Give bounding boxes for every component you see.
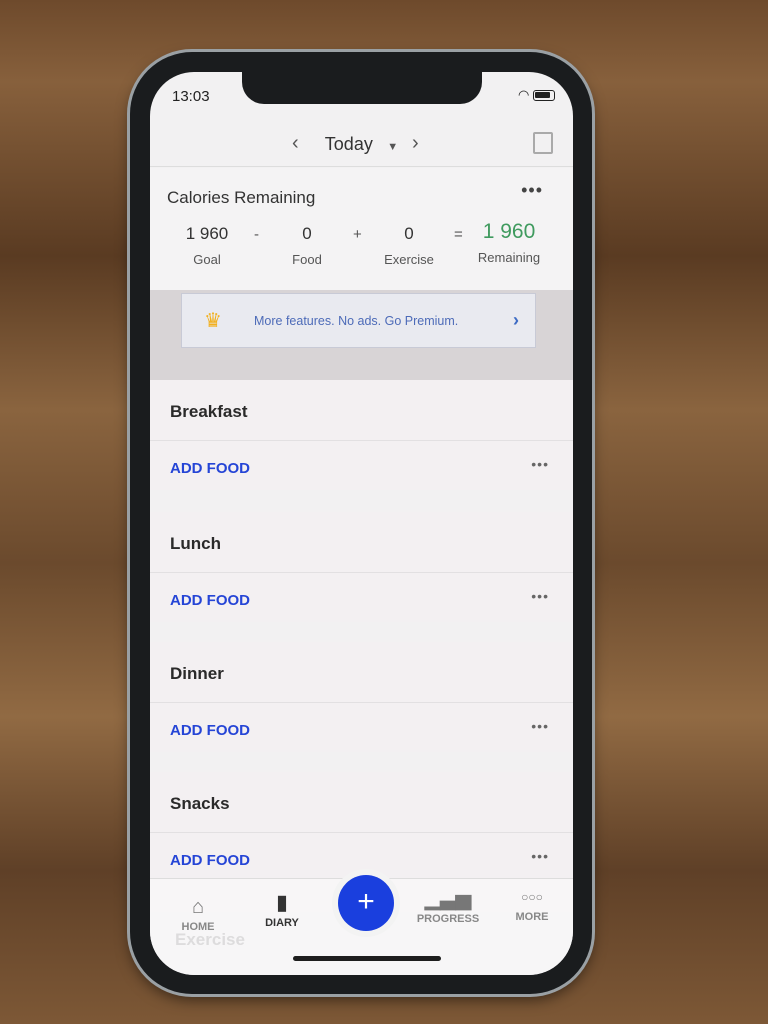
status-icons: ◠ (518, 87, 555, 103)
date-header: ‹ Today ▼ › (150, 112, 573, 167)
wifi-icon: ◠ (518, 87, 530, 102)
exercise-section-ghost: Exercise (175, 930, 245, 949)
goal-value: 1 960 (185, 224, 229, 243)
food-label: Food (292, 252, 322, 267)
meal-more-icon[interactable]: ••• (531, 718, 549, 734)
progress-icon: ▁▃▅ (424, 888, 472, 910)
app-screen: 13:03 ◠ ‹ Today ▼ › Calories Remaining •… (150, 72, 573, 975)
add-food-button[interactable]: ADD FOOD (170, 460, 250, 477)
calories-summary: Calories Remaining ••• 1 960 Goal - 0 Food… (150, 168, 573, 290)
exercise-column: 0 Exercise (364, 224, 454, 267)
food-value: 0 (302, 224, 312, 243)
premium-text: More features. No ads. Go Premium. (254, 313, 459, 328)
add-button[interactable]: + (338, 875, 394, 931)
meal-dinner: Dinner ADD FOOD ••• (150, 642, 573, 752)
prev-day-button[interactable]: ‹ (292, 132, 299, 155)
crown-icon: ♛ (204, 310, 222, 332)
premium-banner[interactable]: ♛ More features. No ads. Go Premium. › (181, 293, 536, 348)
diary-icon: ▮ (276, 892, 288, 914)
tab-label: DIARY (265, 917, 299, 929)
add-food-button[interactable]: ADD FOOD (170, 592, 250, 609)
plus-sign: + (353, 226, 362, 243)
exercise-label: Exercise (384, 252, 434, 267)
meal-breakfast: Breakfast ADD FOOD ••• (150, 380, 573, 490)
remaining-value: 1 960 (482, 220, 536, 243)
promo-area: ♛ More features. No ads. Go Premium. › (150, 290, 573, 380)
equals-sign: = (454, 226, 463, 243)
meal-lunch: Lunch ADD FOOD ••• (150, 512, 573, 622)
minus-sign: - (254, 226, 259, 243)
status-time: 13:03 (172, 88, 210, 105)
chevron-right-icon: › (513, 310, 519, 330)
meal-title: Breakfast (170, 402, 248, 421)
tab-label: MORE (515, 911, 549, 923)
tab-progress[interactable]: ▁▃▅ PROGRESS (408, 885, 488, 925)
meal-title: Lunch (170, 534, 221, 553)
tab-diary[interactable]: ▮ DIARY (242, 889, 322, 929)
diary-complete-icon[interactable] (533, 132, 553, 154)
more-icon: ○○○ (521, 890, 543, 904)
dropdown-icon[interactable]: ▼ (387, 141, 398, 153)
next-day-button[interactable]: › (412, 132, 419, 155)
add-food-button[interactable]: ADD FOOD (170, 722, 250, 739)
date-title[interactable]: Today (325, 134, 373, 154)
tab-more[interactable]: ○○○ MORE (492, 883, 572, 923)
exercise-value: 0 (404, 224, 414, 243)
tab-label: PROGRESS (416, 913, 480, 925)
more-options-icon[interactable]: ••• (521, 180, 543, 201)
meal-title: Snacks (170, 794, 230, 813)
calories-title: Calories Remaining (167, 188, 316, 207)
meal-more-icon[interactable]: ••• (531, 588, 549, 604)
meal-more-icon[interactable]: ••• (531, 848, 549, 864)
remaining-label: Remaining (477, 250, 541, 265)
meal-title: Dinner (170, 664, 224, 683)
food-column: 0 Food (262, 224, 352, 267)
meal-more-icon[interactable]: ••• (531, 456, 549, 472)
tab-home[interactable]: ⌂ HOME (158, 893, 238, 933)
home-icon: ⌂ (191, 896, 205, 918)
goal-column: 1 960 Goal (162, 224, 252, 267)
remaining-column: 1 960 Remaining (464, 220, 554, 265)
notch (242, 72, 482, 104)
goal-label: Goal (193, 252, 221, 267)
home-indicator[interactable] (293, 956, 441, 961)
add-food-button[interactable]: ADD FOOD (170, 852, 250, 869)
battery-icon (533, 90, 555, 102)
